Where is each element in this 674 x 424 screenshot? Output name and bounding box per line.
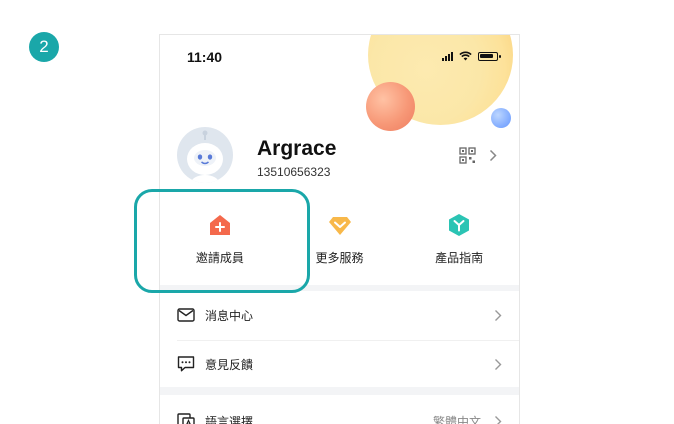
- robot-avatar-icon: [187, 130, 223, 183]
- cellular-signal-icon: [442, 51, 453, 61]
- step-number-badge: 2: [29, 32, 59, 62]
- guide-cube-icon: [449, 214, 470, 236]
- status-bar: 11:40: [160, 35, 519, 79]
- invite-member-highlight: [134, 189, 310, 293]
- profile-card[interactable]: Argrace 13510656323: [160, 125, 519, 185]
- section-divider: [160, 387, 519, 395]
- feedback-chat-icon: [177, 356, 195, 372]
- status-icons: [442, 51, 501, 61]
- avatar[interactable]: [177, 127, 233, 183]
- profile-name: Argrace: [257, 137, 337, 160]
- chevron-right-icon[interactable]: [489, 149, 497, 162]
- qr-code-icon[interactable]: [459, 147, 476, 164]
- profile-phone: 13510656323: [257, 165, 331, 179]
- wifi-icon: [459, 51, 472, 61]
- chevron-right-icon: [495, 358, 502, 370]
- language-icon: [177, 413, 195, 424]
- decorative-ball: [366, 82, 415, 131]
- menu-item-feedback[interactable]: 意見反饋: [160, 340, 519, 388]
- envelope-icon: [177, 308, 195, 322]
- chevron-right-icon: [495, 415, 502, 424]
- menu-item-language[interactable]: 語言選擇 繁體中文: [160, 397, 519, 424]
- menu-label-language: 語言選擇: [205, 414, 254, 424]
- product-guide-button[interactable]: 產品指南: [399, 205, 519, 285]
- menu-label-messages: 消息中心: [205, 308, 254, 323]
- product-guide-label: 產品指南: [435, 251, 484, 265]
- more-services-label: 更多服務: [315, 251, 364, 265]
- menu-item-messages[interactable]: 消息中心: [160, 291, 519, 339]
- chevron-right-icon: [495, 309, 502, 321]
- status-time: 11:40: [187, 49, 223, 65]
- battery-icon: [478, 51, 501, 61]
- diamond-icon: [328, 217, 351, 235]
- language-value: 繁體中文: [432, 414, 481, 424]
- menu-label-feedback: 意見反饋: [205, 357, 254, 372]
